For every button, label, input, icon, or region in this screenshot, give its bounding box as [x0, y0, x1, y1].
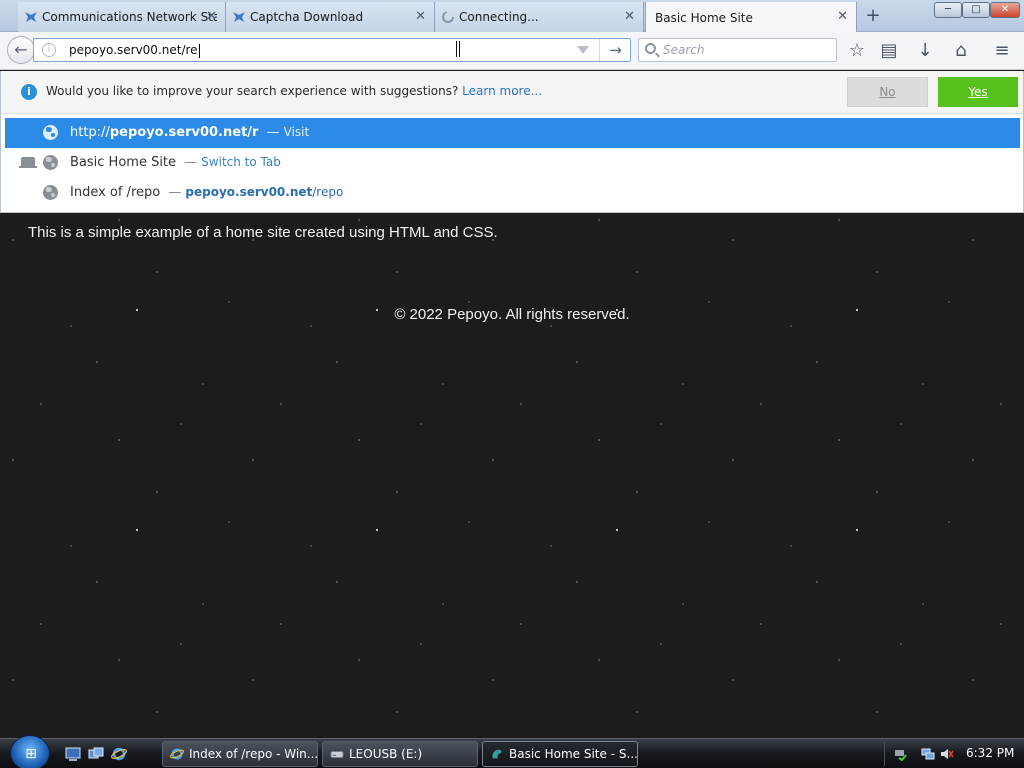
- url-rest: /repo: [312, 185, 344, 199]
- tab-title: Captcha Download: [250, 10, 364, 24]
- page-footer-text: © 2022 Pepoyo. All rights reserved.: [394, 306, 630, 323]
- taskbar-button-label: Basic Home Site - S...: [509, 747, 638, 761]
- start-button[interactable]: ⊞: [10, 735, 50, 768]
- text-cursor-icon: [456, 41, 460, 57]
- yes-button[interactable]: Yes: [938, 77, 1018, 107]
- window-close-button[interactable]: ✕: [990, 2, 1020, 18]
- tab-connecting[interactable]: Connecting... ✕: [435, 2, 644, 32]
- suggestion-text: Index of /repo — pepoyo.serv00.net/repo: [70, 185, 343, 200]
- site-info-icon[interactable]: i: [42, 43, 56, 57]
- fox-icon: [233, 12, 245, 22]
- volume-muted-icon[interactable]: [940, 747, 954, 761]
- suggestion-action: Visit: [283, 125, 310, 139]
- close-icon[interactable]: ✕: [415, 10, 426, 24]
- maximize-button[interactable]: □: [962, 2, 990, 18]
- suggestion-title: Index of /repo: [70, 185, 161, 200]
- home-icon[interactable]: ⌂: [950, 40, 972, 62]
- internet-explorer-icon[interactable]: [111, 746, 127, 762]
- url-bold: pepoyo.serv00.net: [185, 185, 313, 199]
- globe-icon: [43, 155, 58, 170]
- tab-title: Basic Home Site: [655, 10, 753, 25]
- download-icon[interactable]: ↓: [914, 40, 936, 62]
- url-suggestions-popup: i Would you like to improve your search …: [0, 71, 1024, 213]
- tray-separator: [884, 742, 885, 766]
- navigation-bar: ← i pepoyo.serv00.net/re → Search: [0, 32, 1024, 70]
- seamonkey-icon: [492, 749, 502, 759]
- separator: —: [266, 125, 280, 140]
- usb-drive-icon: [330, 750, 344, 758]
- tab-icon: [19, 157, 37, 168]
- fox-icon: [25, 12, 37, 22]
- internet-explorer-icon: [170, 748, 184, 760]
- loading-icon: [442, 11, 454, 23]
- close-icon[interactable]: ✕: [624, 10, 635, 24]
- url-prefix: http://: [70, 125, 110, 140]
- globe-icon: [43, 185, 58, 200]
- switch-windows-icon[interactable]: [88, 746, 104, 762]
- suggestion-text: http://pepoyo.serv00.net/r — Visit: [70, 125, 309, 140]
- suggestion-switch-tab[interactable]: Basic Home Site — Switch to Tab: [5, 148, 1020, 178]
- suggestion-history[interactable]: Index of /repo — pepoyo.serv00.net/repo: [5, 178, 1020, 208]
- suggestion-text: Basic Home Site — Switch to Tab: [70, 155, 281, 170]
- no-button[interactable]: No: [847, 77, 928, 107]
- close-icon[interactable]: ✕: [206, 10, 217, 24]
- taskbar-button-label: LEOUSB (E:): [349, 747, 423, 761]
- separator: —: [168, 185, 182, 200]
- search-suggestions-notice: i Would you like to improve your search …: [1, 71, 1023, 114]
- url-value: pepoyo.serv00.net/re: [69, 43, 198, 57]
- close-icon[interactable]: ✕: [837, 10, 848, 24]
- new-tab-button[interactable]: +: [862, 5, 884, 27]
- system-clock: 6:32 PM: [966, 746, 1015, 760]
- taskbar-button-leousb[interactable]: LEOUSB (E:): [322, 741, 478, 767]
- url-input[interactable]: pepoyo.serv00.net/re: [69, 43, 200, 58]
- text-caret: [198, 43, 200, 58]
- back-button[interactable]: ←: [7, 36, 35, 64]
- notice-message: Would you like to improve your search ex…: [46, 84, 459, 98]
- taskbar-button-index-repo[interactable]: Index of /repo - Win...: [162, 741, 318, 767]
- minimize-button[interactable]: ─: [934, 2, 962, 18]
- suggestion-title: Basic Home Site: [70, 155, 177, 170]
- info-icon: i: [21, 84, 37, 100]
- history-dropdown-icon[interactable]: [577, 46, 589, 54]
- page-content: This is a simple example of a home site …: [0, 213, 1024, 738]
- tab-title: Connecting...: [459, 10, 539, 24]
- reading-list-icon[interactable]: ▤: [878, 40, 900, 62]
- go-button[interactable]: →: [599, 39, 631, 61]
- arrow-left-icon: ←: [14, 40, 28, 59]
- search-placeholder: Search: [663, 43, 705, 57]
- page-intro-text: This is a simple example of a home site …: [28, 224, 498, 241]
- tab-strip: Communications Network Status ✕ Captcha …: [0, 0, 1024, 33]
- learn-more-link[interactable]: Learn more...: [462, 84, 542, 98]
- taskbar-button-label: Index of /repo - Win...: [189, 747, 318, 761]
- suggestion-visit[interactable]: http://pepoyo.serv00.net/r — Visit: [5, 118, 1020, 148]
- show-desktop-icon[interactable]: [65, 746, 81, 762]
- tab-communications-network[interactable]: Communications Network Status ✕: [18, 2, 226, 32]
- globe-icon: [43, 125, 58, 140]
- notice-text: Would you like to improve your search ex…: [46, 84, 542, 98]
- suggestion-url: pepoyo.serv00.net/repo: [185, 185, 343, 199]
- safely-remove-hardware-icon[interactable]: [893, 747, 907, 761]
- bookmark-star-icon[interactable]: ☆: [846, 40, 868, 62]
- suggestion-action: Switch to Tab: [201, 155, 281, 169]
- tab-title: Communications Network Status: [42, 10, 217, 24]
- network-icon[interactable]: [921, 747, 935, 761]
- search-icon: [645, 43, 656, 54]
- menu-icon[interactable]: ≡: [991, 40, 1013, 62]
- taskbar-button-basic-home-site[interactable]: Basic Home Site - S...: [482, 741, 638, 767]
- search-bar[interactable]: Search: [638, 38, 837, 62]
- url-bar[interactable]: i pepoyo.serv00.net/re →: [33, 38, 631, 62]
- taskbar: ⊞ Index of /repo - Win... LEOUSB (E:) Ba…: [0, 735, 1024, 768]
- tab-captcha-download[interactable]: Captcha Download ✕: [226, 2, 435, 32]
- tab-basic-home-site[interactable]: Basic Home Site ✕: [645, 2, 857, 33]
- separator: —: [184, 155, 198, 170]
- windows-logo-icon: ⊞: [25, 746, 37, 762]
- url-bold: pepoyo.serv00.net/r: [109, 125, 259, 140]
